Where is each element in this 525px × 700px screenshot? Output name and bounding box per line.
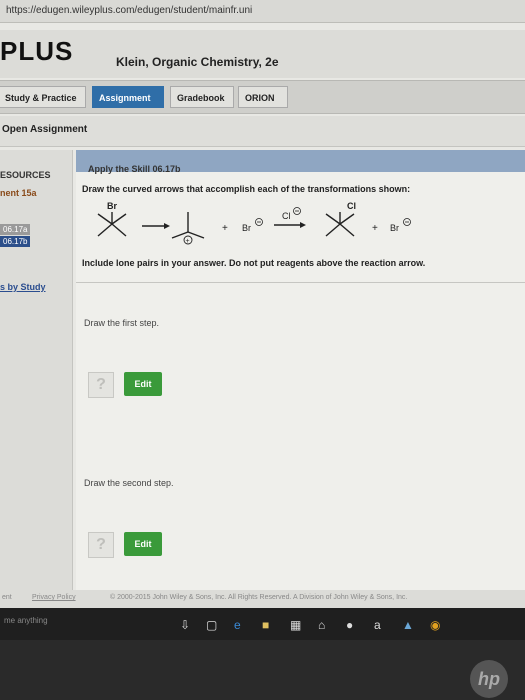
step-2-help-icon[interactable]: ? <box>88 532 114 558</box>
screen: https://edugen.wileyplus.com/edugen/stud… <box>0 0 525 640</box>
question-instruction: Draw the curved arrows that accomplish e… <box>82 184 411 194</box>
edge-browser-icon[interactable]: e <box>234 618 241 632</box>
address-bar[interactable]: https://edugen.wileyplus.com/edugen/stud… <box>0 0 525 23</box>
plus-sign-1: + <box>222 223 228 234</box>
hp-logo-icon: hp <box>470 660 508 698</box>
footer-left-link[interactable]: ent <box>2 594 12 601</box>
tab-assignment[interactable]: Assignment <box>92 86 164 108</box>
step-1-help-icon[interactable]: ? <box>88 372 114 398</box>
step-2-label: Draw the second step. <box>84 478 174 488</box>
copyright-text: © 2000-2015 John Wiley & Sons, Inc. All … <box>110 594 408 601</box>
monitor-bezel <box>0 640 525 700</box>
chrome-icon[interactable]: ◉ <box>430 618 440 632</box>
step-1-edit-button[interactable]: Edit <box>124 372 162 396</box>
sidebar-resources-heading: ESOURCES <box>0 170 51 180</box>
sidebar-assignment-label[interactable]: nent 15a <box>0 188 37 198</box>
app-header <box>0 30 525 78</box>
chloride-over-arrow: Cl <box>274 207 306 228</box>
plus-sign-2: + <box>372 223 378 234</box>
store-icon[interactable]: ▦ <box>290 618 301 632</box>
home-icon[interactable]: ⌂ <box>318 618 325 632</box>
question-heading: Apply the Skill 06.17b <box>88 164 181 174</box>
privacy-policy-link[interactable]: Privacy Policy <box>32 594 76 601</box>
tert-butyl-bromide-molecule: Br <box>97 201 127 237</box>
bromide-ion-1: Br <box>242 218 263 233</box>
question-note: Include lone pairs in your answer. Do no… <box>82 258 426 268</box>
hp-app-icon[interactable]: ● <box>346 618 353 632</box>
taskbar-search-text[interactable]: me anything <box>4 616 48 625</box>
url-text[interactable]: https://edugen.wileyplus.com/edugen/stud… <box>6 5 252 16</box>
amazon-icon[interactable]: a <box>374 618 381 632</box>
tab-gradebook[interactable]: Gradebook <box>170 86 234 108</box>
step-2-edit-button[interactable]: Edit <box>124 532 162 556</box>
svg-text:Cl: Cl <box>282 211 291 221</box>
section-divider <box>76 282 525 283</box>
tab-orion[interactable]: ORION <box>238 86 288 108</box>
bromide-ion-2: Br <box>390 218 411 233</box>
page-title: Open Assignment <box>2 124 88 135</box>
task-view-icon[interactable]: ▢ <box>206 618 217 632</box>
reaction-arrow <box>142 223 170 229</box>
svg-text:Cl: Cl <box>347 201 356 211</box>
brand-logo: PLUS <box>0 36 74 66</box>
carbocation-molecule: + <box>171 212 205 245</box>
tab-study-practice[interactable]: Study & Practice <box>0 86 86 108</box>
sidebar-by-study-link[interactable]: s by Study <box>0 282 46 292</box>
sidebar-item-06-17a[interactable]: 06.17a <box>0 224 31 235</box>
svg-text:Br: Br <box>390 223 399 233</box>
step-1-label: Draw the first step. <box>84 318 160 328</box>
file-explorer-icon[interactable]: ■ <box>262 618 269 632</box>
sidebar-item-06-17b[interactable]: 06.17b <box>0 236 31 247</box>
page-footer: ent Privacy Policy © 2000-2015 John Wile… <box>0 590 525 608</box>
svg-text:Br: Br <box>242 223 251 233</box>
reaction-scheme: Br + + Br Cl Cl + Br <box>97 201 411 245</box>
photos-icon[interactable]: ▲ <box>402 618 414 632</box>
tert-butyl-chloride-molecule: Cl <box>325 201 356 237</box>
svg-text:+: + <box>186 238 190 245</box>
course-title: Klein, Organic Chemistry, 2e <box>116 55 279 69</box>
microphone-icon[interactable]: ⇩ <box>180 618 190 632</box>
bromine-label: Br <box>107 201 117 211</box>
sidebar <box>0 150 73 590</box>
